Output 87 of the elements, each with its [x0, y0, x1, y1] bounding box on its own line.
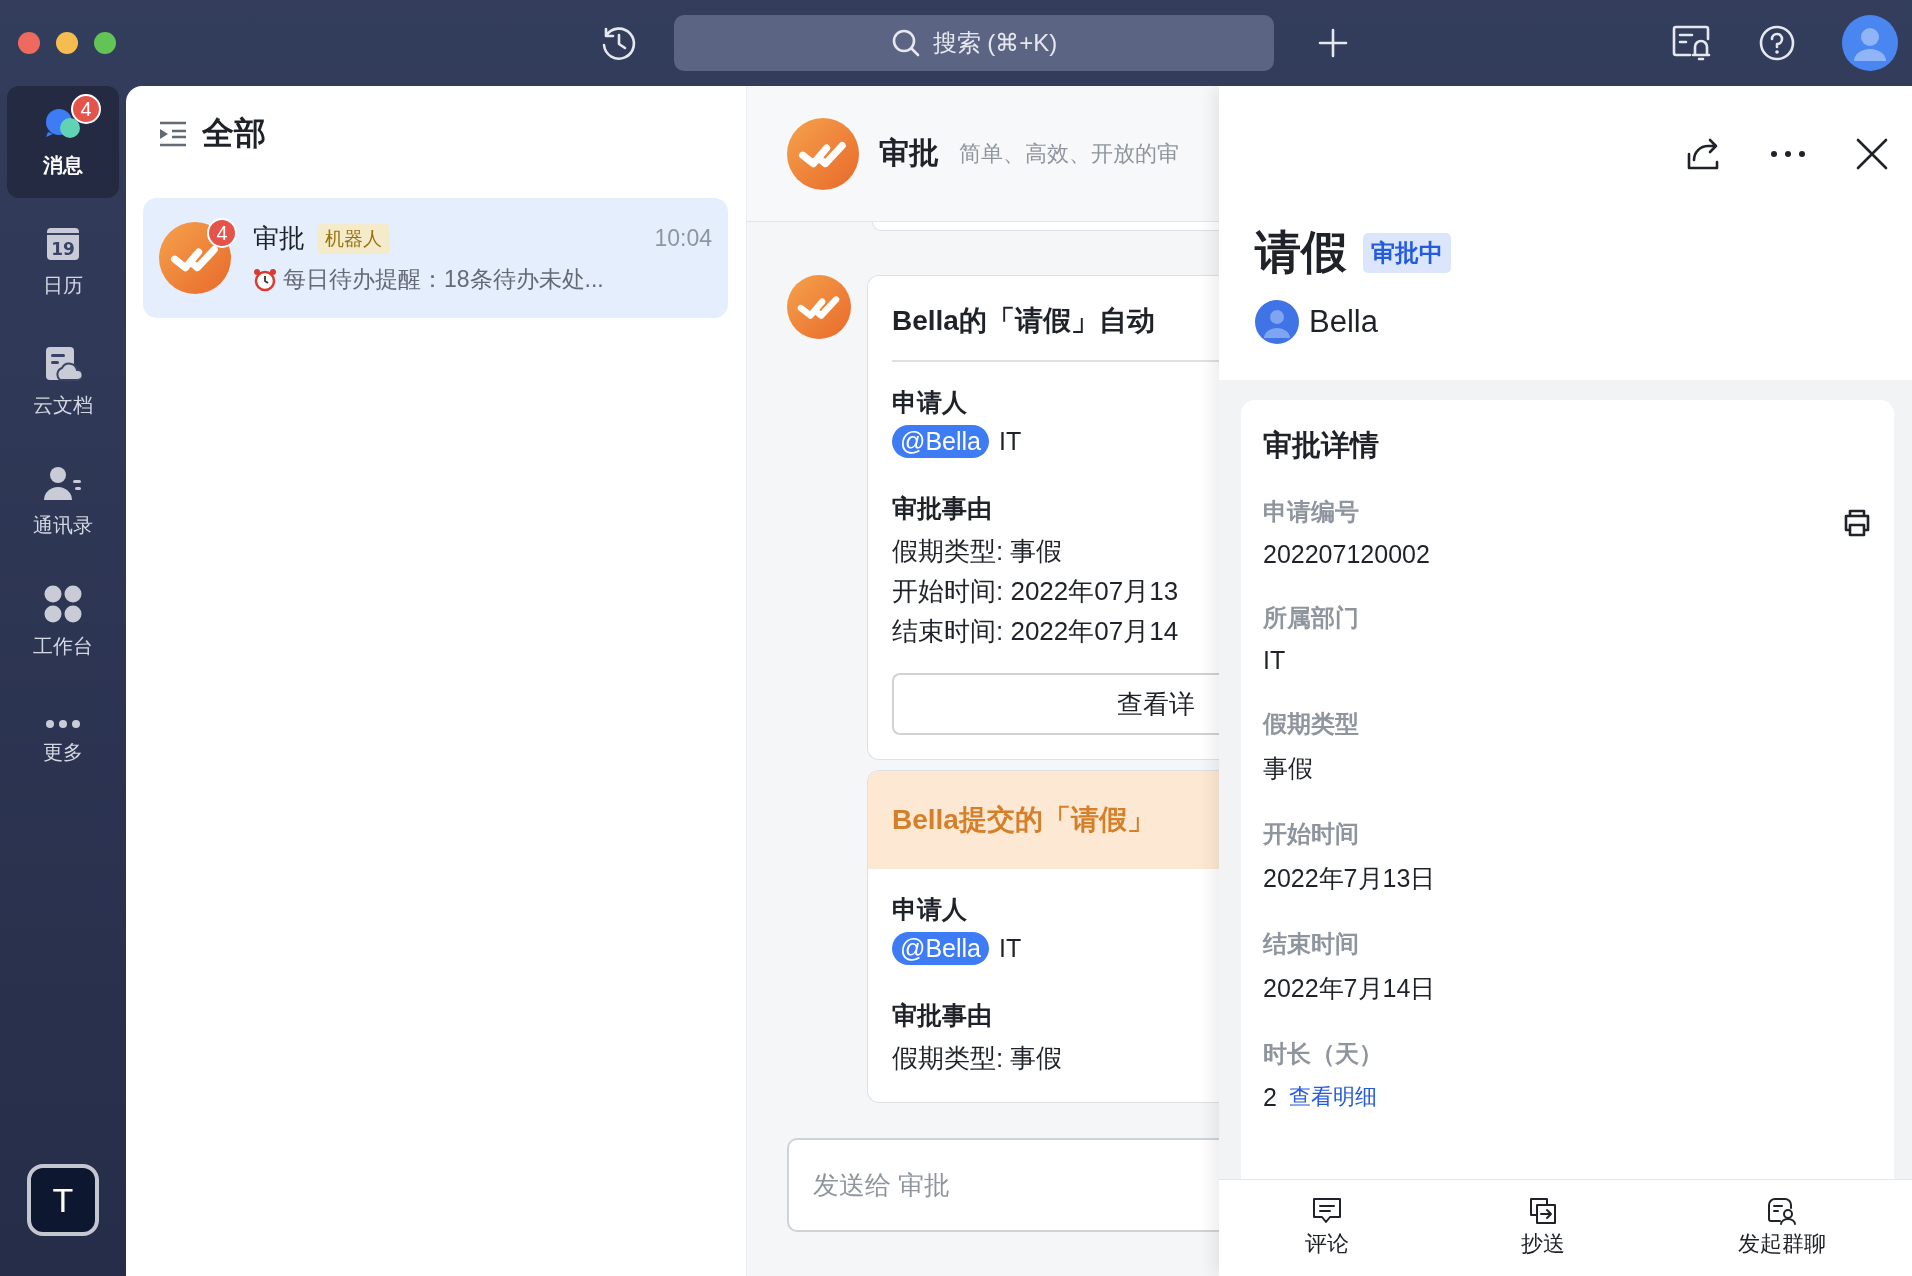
search-field[interactable]: 搜索 (⌘+K): [674, 15, 1274, 71]
field-label: 结束时间: [1263, 929, 1359, 959]
approval-app-logo: [787, 275, 851, 339]
message-input[interactable]: 发送给 审批: [787, 1138, 1219, 1232]
reason-line: 假期类型: 事假: [892, 535, 1064, 568]
user-avatar: [1255, 300, 1299, 344]
action-button[interactable]: 发起群聊: [1737, 1197, 1826, 1259]
field-value: 2022年7月13日: [1263, 863, 1436, 894]
share-button[interactable]: [1686, 138, 1720, 170]
more-icon: [1770, 150, 1806, 158]
help-icon: [1758, 24, 1796, 62]
field-label: 所属部门: [1263, 603, 1359, 633]
field-heading: 申请人: [892, 894, 968, 925]
field-value: IT: [1263, 646, 1286, 675]
reason-line: 假期类型: 事假: [892, 1042, 1064, 1075]
unread-badge: 4: [207, 218, 237, 248]
chat-subtitle: 简单、高效、开放的审: [959, 139, 1179, 168]
more-icon: [45, 718, 81, 729]
chat-name: 审批: [253, 222, 305, 255]
approval-title: 请假: [1255, 225, 1347, 280]
bot-tag: 机器人: [317, 223, 390, 254]
sidebar-item[interactable]: 更多: [7, 686, 119, 798]
department-text: IT: [999, 427, 1022, 456]
list-title: 全部: [202, 114, 266, 153]
printer-icon: [1842, 508, 1872, 538]
notifications-button[interactable]: [1672, 25, 1712, 61]
add-button[interactable]: [1318, 28, 1348, 58]
group-chat-icon: [1766, 1197, 1797, 1225]
field-value: 202207120002: [1263, 540, 1430, 569]
chat-preview: 每日待办提醒：18条待办未处...: [283, 265, 604, 294]
approval-app-logo: [159, 222, 231, 294]
field-label: 开始时间: [1263, 819, 1359, 849]
view-breakdown-link[interactable]: 查看明细: [1288, 1082, 1377, 1112]
field-label: 时长（天）: [1263, 1039, 1383, 1069]
chat-time: 10:04: [654, 225, 712, 252]
cloud-document-icon: [44, 345, 82, 382]
minimize-window-button[interactable]: [56, 32, 78, 54]
field-label: 假期类型: [1263, 709, 1359, 739]
monitor-bell-icon: [1672, 25, 1712, 61]
field-heading: 申请人: [892, 387, 968, 418]
field-heading: 审批事由: [892, 1000, 993, 1031]
sidebar-item[interactable]: 工作台: [7, 566, 119, 678]
share-icon: [1686, 138, 1720, 170]
plus-icon: [1318, 28, 1348, 58]
print-button[interactable]: [1842, 508, 1872, 538]
card-title: Bella提交的「请假」: [868, 771, 1219, 869]
action-button[interactable]: 评论: [1305, 1197, 1350, 1259]
list-filter-icon: [158, 121, 188, 147]
field-label: 申请编号: [1263, 497, 1359, 527]
history-button[interactable]: [600, 24, 638, 62]
contacts-icon: [43, 465, 83, 502]
calendar-icon: 19: [45, 225, 81, 262]
mention-tag[interactable]: @Bella: [892, 425, 989, 458]
sidebar-item[interactable]: 通讯录: [7, 446, 119, 558]
status-badge: 审批中: [1363, 233, 1451, 273]
sidebar-item[interactable]: 云文档: [7, 326, 119, 438]
close-button[interactable]: [1856, 138, 1888, 170]
chat-title: 审批: [879, 135, 939, 171]
reason-line: 结束时间: 2022年07月14: [892, 615, 1180, 648]
close-window-button[interactable]: [18, 32, 40, 54]
field-value: 2: [1263, 1082, 1277, 1112]
comment-icon: [1312, 1197, 1343, 1225]
section-title: 审批详情: [1263, 428, 1380, 463]
view-details-button[interactable]: 查看详: [892, 673, 1219, 735]
history-icon: [600, 24, 638, 62]
department-text: IT: [999, 934, 1022, 963]
profile-avatar[interactable]: [1842, 15, 1898, 71]
search-icon: [890, 28, 921, 58]
help-button[interactable]: [1758, 24, 1796, 62]
close-icon: [1856, 138, 1888, 170]
field-value: 2022年7月14日: [1263, 973, 1436, 1004]
chat-item[interactable]: 4 审批 机器人 10:04 每日待办提醒：18条待办未处...: [143, 198, 728, 318]
field-heading: 审批事由: [892, 493, 993, 524]
unread-badge: 4: [71, 94, 101, 124]
grid-apps-icon: [44, 584, 82, 623]
workspace-avatar[interactable]: T: [27, 1164, 99, 1236]
field-value: 事假: [1263, 753, 1313, 784]
forward-copy-icon: [1529, 1197, 1558, 1225]
mention-tag[interactable]: @Bella: [892, 932, 989, 965]
alarm-clock-icon: [253, 267, 277, 292]
applicant-name: Bella: [1309, 304, 1378, 340]
zoom-window-button[interactable]: [94, 32, 116, 54]
sidebar-item[interactable]: 消息 4: [7, 86, 119, 198]
more-button[interactable]: [1770, 150, 1806, 158]
action-button[interactable]: 抄送: [1521, 1197, 1566, 1259]
sidebar-item[interactable]: 19 日历: [7, 206, 119, 318]
reason-line: 开始时间: 2022年07月13: [892, 575, 1180, 608]
